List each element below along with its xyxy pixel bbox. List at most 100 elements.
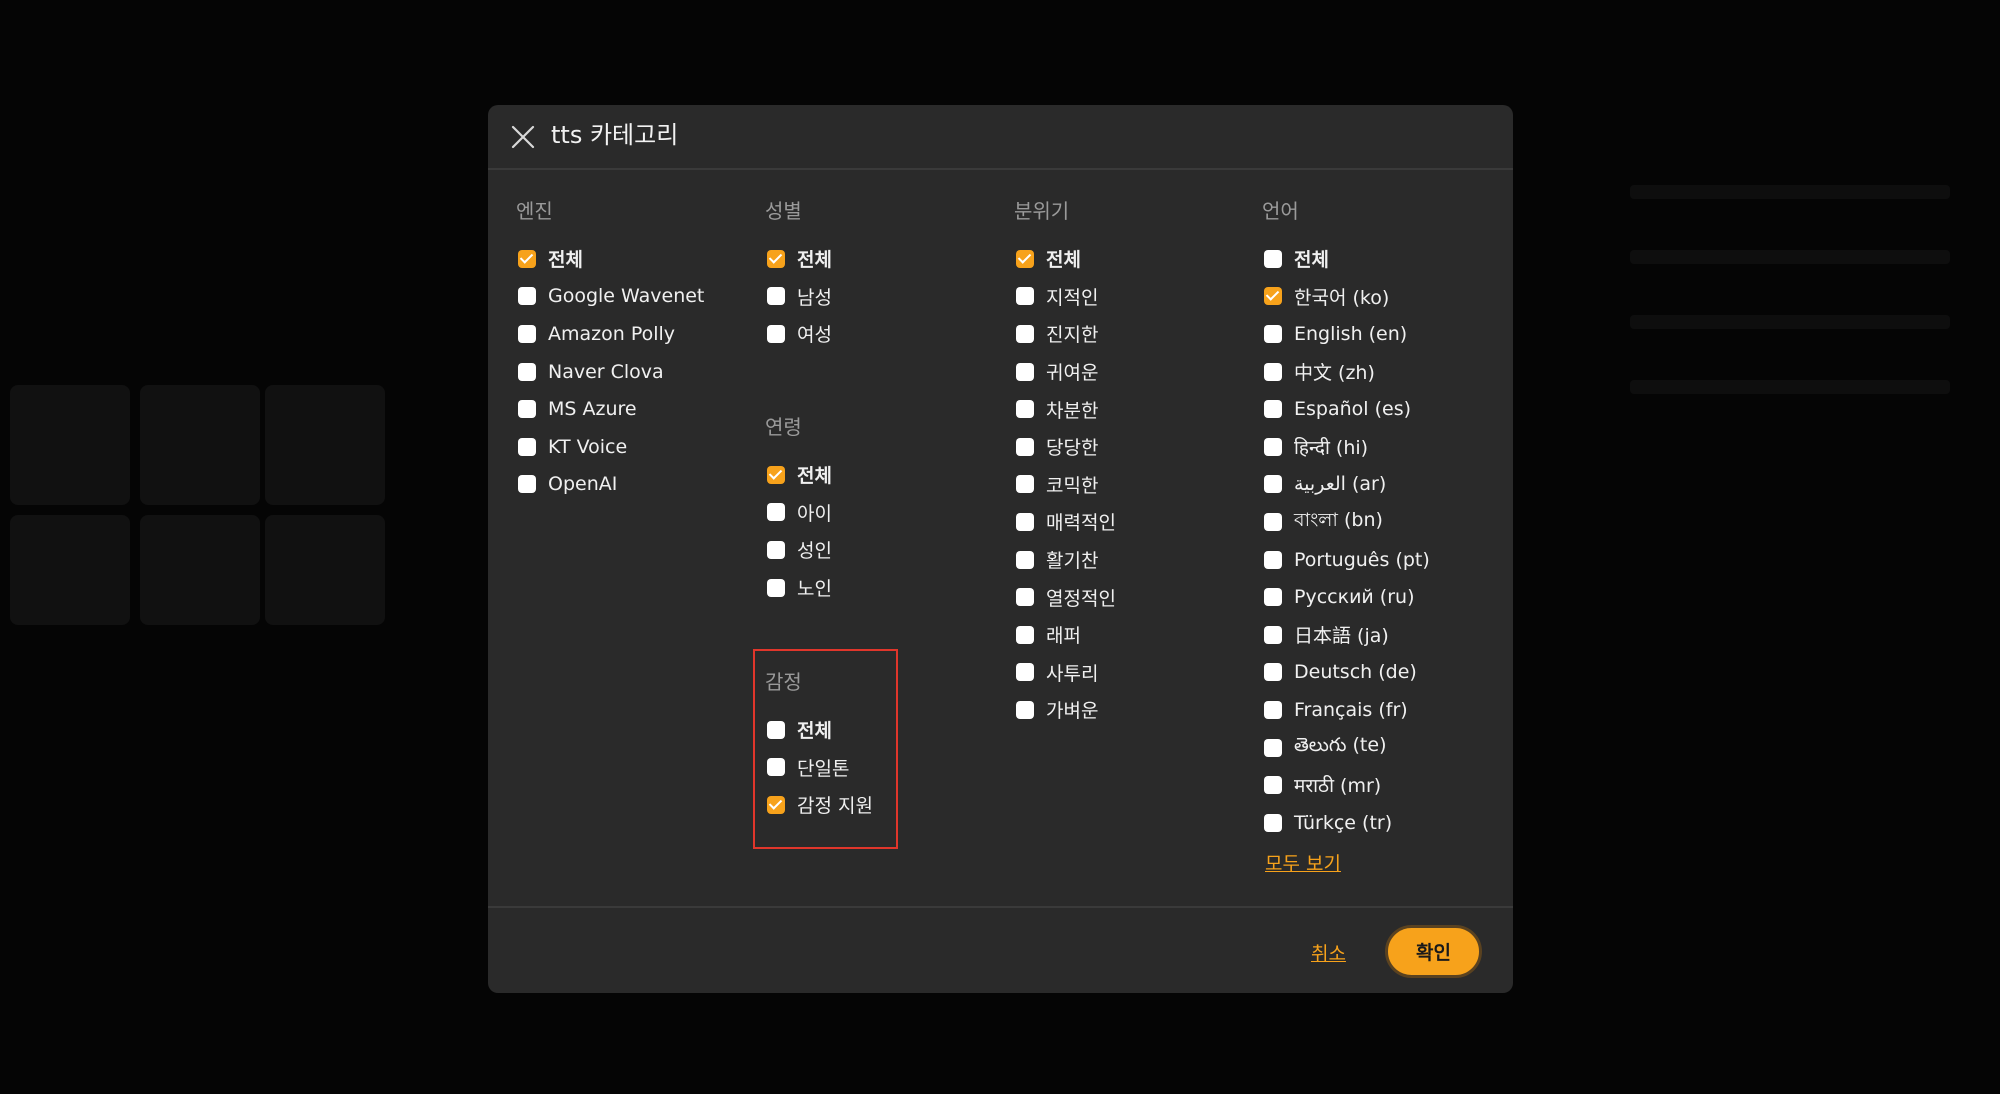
checkbox-unchecked-icon[interactable]	[1016, 512, 1034, 531]
language-option[interactable]: తెలుగు (te)	[1262, 729, 1430, 767]
checkbox-unchecked-icon[interactable]	[518, 475, 536, 494]
engine-option[interactable]: MS Azure	[516, 390, 704, 428]
checkbox-unchecked-icon[interactable]	[518, 362, 536, 381]
checkbox-checked-icon[interactable]	[767, 249, 785, 268]
checkbox-unchecked-icon[interactable]	[1016, 437, 1034, 456]
checkbox-unchecked-icon[interactable]	[1264, 663, 1282, 682]
background-row	[1630, 250, 1950, 264]
checkbox-unchecked-icon[interactable]	[767, 578, 785, 597]
checkbox-unchecked-icon[interactable]	[1264, 738, 1282, 757]
language-option[interactable]: Türkçe (tr)	[1262, 804, 1430, 842]
checkbox-unchecked-icon[interactable]	[1016, 588, 1034, 607]
mood-option[interactable]: 사투리	[1014, 654, 1116, 692]
language-option[interactable]: বাংলা (bn)	[1262, 503, 1430, 541]
language-option[interactable]: Español (es)	[1262, 390, 1430, 428]
close-icon[interactable]	[508, 122, 538, 152]
age-option[interactable]: 아이	[765, 494, 832, 532]
checkbox-checked-icon[interactable]	[1016, 249, 1034, 268]
gender-option[interactable]: 전체	[765, 240, 832, 278]
checkbox-checked-icon[interactable]	[1264, 287, 1282, 306]
language-option[interactable]: 전체	[1262, 240, 1430, 278]
checkbox-unchecked-icon[interactable]	[1264, 400, 1282, 419]
checkbox-unchecked-icon[interactable]	[1264, 700, 1282, 719]
language-option[interactable]: Français (fr)	[1262, 691, 1430, 729]
checkbox-unchecked-icon[interactable]	[1264, 249, 1282, 268]
language-option-label: বাংলা (bn)	[1294, 508, 1383, 531]
checkbox-unchecked-icon[interactable]	[1264, 776, 1282, 795]
checkbox-unchecked-icon[interactable]	[1264, 512, 1282, 531]
language-option[interactable]: العربية (ar)	[1262, 466, 1430, 504]
gender-option[interactable]: 남성	[765, 278, 832, 316]
checkbox-unchecked-icon[interactable]	[1016, 324, 1034, 343]
engine-option[interactable]: OpenAI	[516, 466, 704, 504]
checkbox-unchecked-icon[interactable]	[1264, 475, 1282, 494]
language-option[interactable]: हिन्दी (hi)	[1262, 428, 1430, 466]
checkbox-unchecked-icon[interactable]	[1016, 550, 1034, 569]
checkbox-unchecked-icon[interactable]	[518, 287, 536, 306]
checkbox-unchecked-icon[interactable]	[518, 400, 536, 419]
mood-option[interactable]: 차분한	[1014, 390, 1116, 428]
language-option[interactable]: मराठी (mr)	[1262, 766, 1430, 804]
checkbox-unchecked-icon[interactable]	[1016, 700, 1034, 719]
age-option[interactable]: 성인	[765, 531, 832, 569]
engine-option-label: OpenAI	[548, 473, 618, 496]
checkbox-unchecked-icon[interactable]	[767, 287, 785, 306]
mood-option[interactable]: 귀여운	[1014, 353, 1116, 391]
age-option[interactable]: 노인	[765, 569, 832, 607]
checkbox-unchecked-icon[interactable]	[1016, 400, 1034, 419]
checkbox-unchecked-icon[interactable]	[1016, 287, 1034, 306]
age-option-label: 성인	[797, 540, 832, 563]
checkbox-checked-icon[interactable]	[767, 465, 785, 484]
checkbox-unchecked-icon[interactable]	[1264, 550, 1282, 569]
view-all-link[interactable]: 모두 보기	[1265, 849, 1341, 876]
mood-option[interactable]: 가벼운	[1014, 691, 1116, 729]
language-option[interactable]: 한국어 (ko)	[1262, 278, 1430, 316]
mood-option[interactable]: 지적인	[1014, 278, 1116, 316]
checkbox-unchecked-icon[interactable]	[518, 437, 536, 456]
checkbox-unchecked-icon[interactable]	[1264, 324, 1282, 343]
language-option[interactable]: Português (pt)	[1262, 541, 1430, 579]
checkbox-unchecked-icon[interactable]	[1264, 588, 1282, 607]
engine-group: 엔진 전체 Google Wavenet Amazon Polly Naver Clo…	[516, 196, 704, 503]
mood-option-label: 매력적인	[1046, 512, 1116, 535]
checkbox-unchecked-icon[interactable]	[1264, 625, 1282, 644]
mood-option-label: 래퍼	[1046, 625, 1081, 648]
engine-option[interactable]: 전체	[516, 240, 704, 278]
language-option[interactable]: English (en)	[1262, 315, 1430, 353]
mood-option[interactable]: 진지한	[1014, 315, 1116, 353]
language-option[interactable]: Deutsch (de)	[1262, 654, 1430, 692]
checkbox-checked-icon[interactable]	[518, 249, 536, 268]
checkbox-unchecked-icon[interactable]	[1016, 362, 1034, 381]
mood-option[interactable]: 열정적인	[1014, 578, 1116, 616]
background-thumbnail	[140, 515, 260, 625]
mood-option[interactable]: 당당한	[1014, 428, 1116, 466]
engine-option[interactable]: KT Voice	[516, 428, 704, 466]
checkbox-unchecked-icon[interactable]	[1016, 663, 1034, 682]
mood-option[interactable]: 전체	[1014, 240, 1116, 278]
checkbox-unchecked-icon[interactable]	[1264, 813, 1282, 832]
gender-option[interactable]: 여성	[765, 315, 832, 353]
mood-option[interactable]: 매력적인	[1014, 503, 1116, 541]
language-option[interactable]: 中文 (zh)	[1262, 353, 1430, 391]
engine-option[interactable]: Amazon Polly	[516, 315, 704, 353]
checkbox-unchecked-icon[interactable]	[767, 540, 785, 559]
checkbox-unchecked-icon[interactable]	[1264, 437, 1282, 456]
checkbox-unchecked-icon[interactable]	[767, 503, 785, 522]
checkbox-unchecked-icon[interactable]	[518, 324, 536, 343]
language-option-label: తెలుగు (te)	[1294, 734, 1387, 757]
mood-option[interactable]: 활기찬	[1014, 541, 1116, 579]
mood-option[interactable]: 래퍼	[1014, 616, 1116, 654]
cancel-button[interactable]: 취소	[1311, 939, 1346, 966]
engine-option[interactable]: Naver Clova	[516, 353, 704, 391]
language-option[interactable]: 日本語 (ja)	[1262, 616, 1430, 654]
age-option[interactable]: 전체	[765, 456, 832, 494]
checkbox-unchecked-icon[interactable]	[1264, 362, 1282, 381]
engine-option[interactable]: Google Wavenet	[516, 278, 704, 316]
checkbox-unchecked-icon[interactable]	[767, 324, 785, 343]
language-option[interactable]: Русский (ru)	[1262, 578, 1430, 616]
language-group-title: 언어	[1262, 199, 1299, 223]
checkbox-unchecked-icon[interactable]	[1016, 625, 1034, 644]
confirm-button[interactable]: 확인	[1385, 925, 1482, 978]
mood-option[interactable]: 코믹한	[1014, 466, 1116, 504]
checkbox-unchecked-icon[interactable]	[1016, 475, 1034, 494]
